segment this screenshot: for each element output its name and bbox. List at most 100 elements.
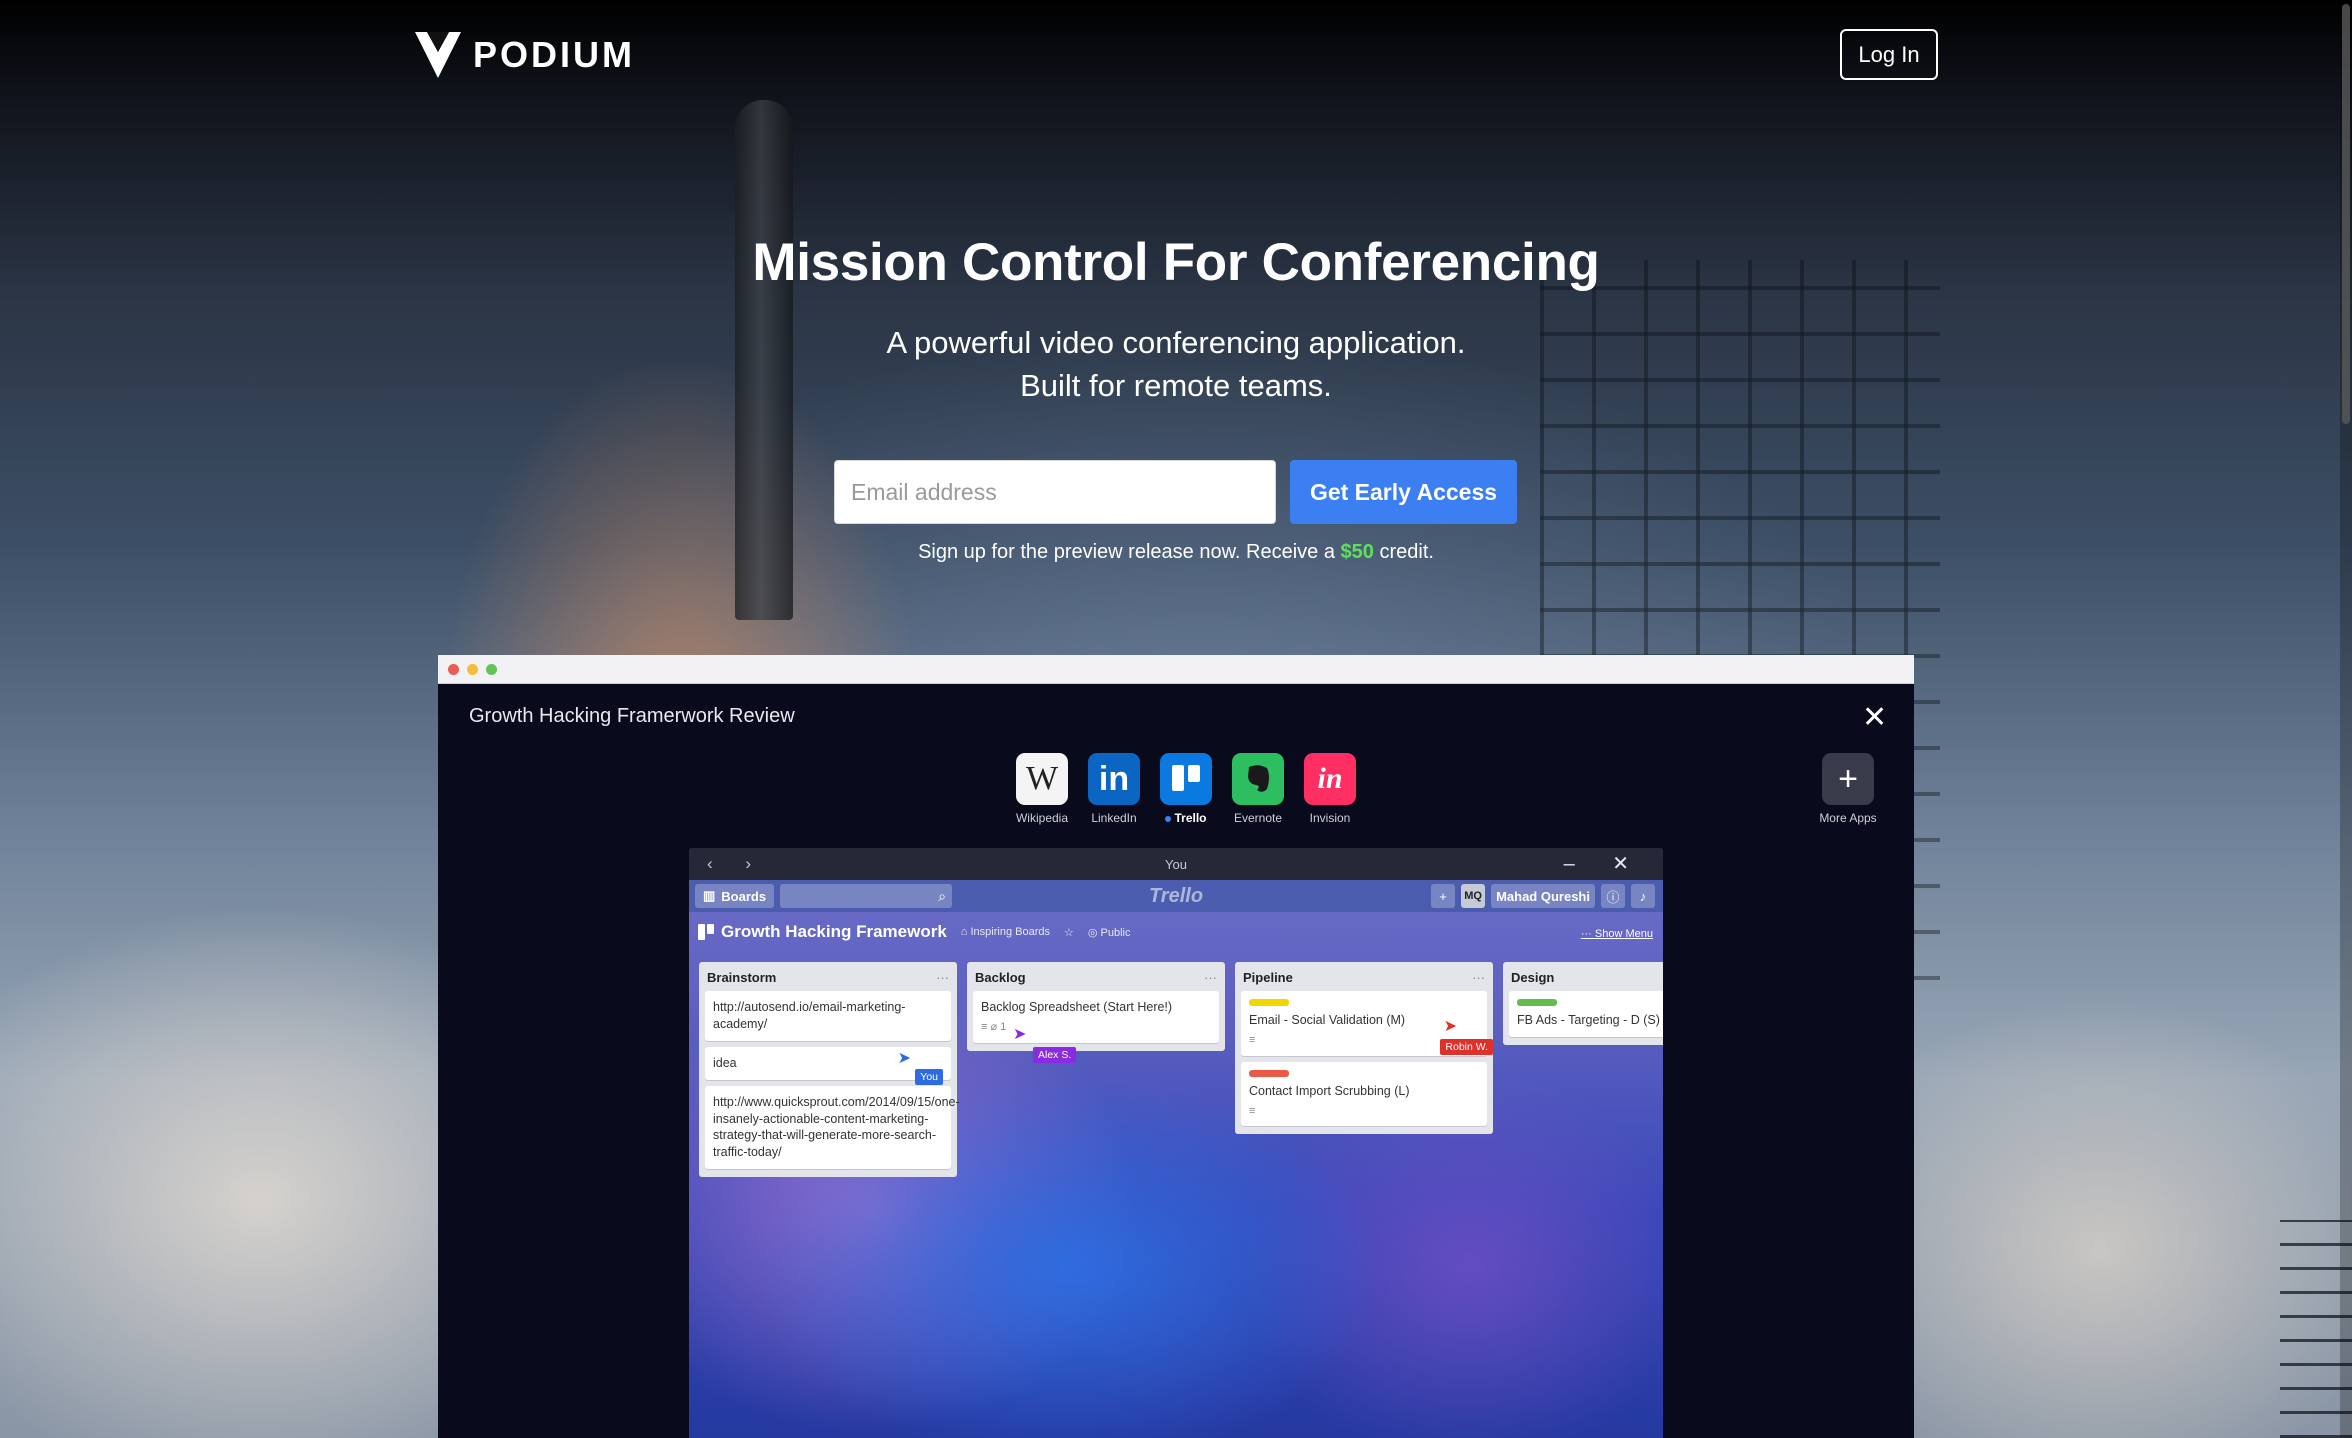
cursor-icon: ➤ — [1443, 1018, 1457, 1035]
brand-name: PODIUM — [473, 34, 635, 75]
active-app-indicator — [1165, 815, 1172, 822]
hero-subline-2: Built for remote teams. — [1020, 368, 1332, 403]
window-minimize-dot[interactable] — [467, 663, 478, 675]
board-visibility-text: Public — [1100, 926, 1131, 939]
list-card[interactable]: http://autosend.io/email-marketing-acade… — [705, 991, 951, 1041]
app-switcher: W Wikipedia in LinkedIn Trello Evernote … — [1014, 753, 1358, 825]
list-card[interactable]: idea ➤ You — [705, 1046, 951, 1085]
list-design: Design FB Ads - Targeting - D (S) — [1503, 962, 1663, 1045]
window-zoom-dot[interactable] — [486, 663, 497, 675]
star-icon[interactable]: ☆ — [1064, 926, 1074, 939]
board-team-text: Inspiring Boards — [970, 926, 1050, 938]
podium-logo-icon — [413, 30, 463, 80]
boards-button[interactable]: ▥ Boards — [695, 884, 775, 908]
app-evernote[interactable]: Evernote — [1230, 753, 1286, 825]
app-trello[interactable]: Trello — [1158, 753, 1214, 825]
card-label-green — [1517, 999, 1557, 1006]
hero-subline-1: A powerful video conferencing applicatio… — [886, 325, 1466, 360]
app-label-wikipedia: Wikipedia — [1015, 811, 1069, 825]
list-card[interactable]: Contact Import Scrubbing (L) ≡ — [1241, 1061, 1487, 1127]
list-menu-icon[interactable]: ··· — [1204, 970, 1217, 985]
list-brainstorm: Brainstorm ··· http://autosend.io/email-m… — [699, 962, 960, 1178]
minimize-close-icon[interactable]: – ✕ — [1564, 851, 1645, 876]
email-input[interactable] — [834, 460, 1276, 524]
card-label-yellow — [1249, 999, 1289, 1006]
list-pipeline: Pipeline ··· Email - Social Validation (M… — [1235, 962, 1493, 1135]
user-name[interactable]: Mahad Qureshi — [1491, 884, 1595, 908]
invision-icon: in — [1304, 753, 1356, 805]
plus-icon: + — [1822, 753, 1874, 805]
card-text: FB Ads - Targeting - D (S) — [1517, 1013, 1660, 1027]
signup-note: Sign up for the preview release now. Rec… — [0, 541, 2352, 564]
list-header: Brainstorm ··· — [705, 968, 951, 991]
trello-user-controls: + MQ Mahad Qureshi ⓘ ♪ — [1431, 884, 1655, 908]
wikipedia-icon: W — [1016, 753, 1068, 805]
list-header: Pipeline ··· — [1241, 968, 1487, 991]
app-label-invision: Invision — [1309, 811, 1351, 825]
board-visibility[interactable]: ◎ Public — [1088, 926, 1131, 939]
info-icon[interactable]: ⓘ — [1601, 884, 1625, 908]
close-icon[interactable]: ✕ — [1862, 703, 1887, 733]
list-header: Design — [1509, 968, 1663, 991]
board-team[interactable]: ⌂ Inspiring Boards — [961, 926, 1050, 938]
signup-note-prefix: Sign up for the preview release now. Rec… — [918, 541, 1341, 563]
trello-lists: Brainstorm ··· http://autosend.io/email-m… — [699, 962, 1663, 1178]
list-card[interactable]: Backlog Spreadsheet (Start Here!) ≡ ⌀ 1 … — [973, 991, 1219, 1064]
top-nav: PODIUM Log In — [0, 0, 2352, 110]
linkedin-icon: in — [1088, 753, 1140, 805]
trello-header: ▥ Boards ⌕ Trello + MQ Mahad Qureshi ⓘ ♪ — [689, 880, 1663, 912]
evernote-icon — [1232, 753, 1284, 805]
add-icon[interactable]: + — [1431, 884, 1456, 908]
get-early-access-button[interactable]: Get Early Access — [1290, 460, 1517, 524]
page-headline: Mission Control For Conferencing — [752, 233, 1600, 292]
board-title[interactable]: Growth Hacking Framework — [697, 922, 947, 942]
app-linkedin[interactable]: in LinkedIn — [1086, 753, 1142, 825]
cursor-icon: ➤ — [897, 1049, 911, 1067]
board-header: Growth Hacking Framework ⌂ Inspiring Boa… — [689, 912, 1663, 952]
list-card[interactable]: Email - Social Validation (M) ≡ ➤ Robin … — [1241, 991, 1493, 1056]
signup-note-suffix: credit. — [1373, 541, 1434, 563]
shared-window-title: You — [1165, 857, 1187, 872]
list-title: Design — [1511, 970, 1555, 985]
brand-logo[interactable]: PODIUM — [413, 30, 635, 80]
user-avatar[interactable]: MQ — [1461, 884, 1486, 908]
list-menu-icon[interactable]: ··· — [936, 970, 949, 985]
window-close-dot[interactable] — [448, 663, 459, 675]
attachment-count: 1 — [1000, 1020, 1007, 1033]
credit-amount: $50 — [1340, 541, 1374, 563]
show-menu-link[interactable]: ··· Show Menu — [1581, 928, 1653, 940]
card-text: Contact Import Scrubbing (L) — [1249, 1083, 1410, 1098]
list-title: Brainstorm — [707, 970, 777, 985]
description-icon: ≡ — [1249, 1104, 1256, 1117]
list-menu-icon[interactable]: ··· — [1472, 970, 1485, 985]
trello-search[interactable]: ⌕ — [780, 884, 953, 908]
cursor-tag-alex: Alex S. — [1033, 1047, 1077, 1064]
meeting-title: Growth Hacking Framerwork Review — [469, 705, 795, 727]
list-title: Pipeline — [1243, 970, 1293, 985]
cursor-tag-robin: Robin W. — [1440, 1039, 1493, 1056]
app-label-linkedin: LinkedIn — [1091, 811, 1137, 825]
card-text: Backlog Spreadsheet (Start Here!) — [981, 1000, 1173, 1014]
shared-screen: ‹ › You – ✕ ▥ Boards ⌕ Trello + MQ Mahad… — [689, 848, 1663, 1438]
more-apps-label: More Apps — [1819, 811, 1877, 825]
more-apps-button[interactable]: + More Apps — [1818, 753, 1878, 825]
page-scrollbar[interactable] — [2340, 0, 2352, 1438]
trello-board-icon — [698, 924, 714, 940]
app-invision[interactable]: in Invision — [1302, 753, 1358, 825]
board-title-text: Growth Hacking Framework — [721, 922, 947, 941]
app-label-trello-text: Trello — [1174, 811, 1207, 825]
window-titlebar — [438, 655, 1914, 684]
login-button[interactable]: Log In — [1840, 29, 1938, 80]
list-card[interactable]: FB Ads - Targeting - D (S) — [1509, 991, 1663, 1037]
list-title: Backlog — [975, 970, 1026, 985]
trello-icon — [1160, 753, 1212, 805]
list-card[interactable]: http://www.quicksprout.com/2014/09/15/on… — [705, 1085, 960, 1170]
app-preview-window: Growth Hacking Framerwork Review ✕ W Wik… — [438, 655, 1914, 1438]
boards-icon: ▥ — [703, 888, 716, 903]
app-wikipedia[interactable]: W Wikipedia — [1014, 753, 1070, 825]
show-menu-text: Show Menu — [1594, 928, 1653, 940]
list-header: Backlog ··· — [973, 968, 1219, 991]
bell-icon[interactable]: ♪ — [1631, 884, 1655, 908]
app-label-trello: Trello — [1158, 811, 1214, 825]
card-label-red — [1249, 1069, 1289, 1077]
